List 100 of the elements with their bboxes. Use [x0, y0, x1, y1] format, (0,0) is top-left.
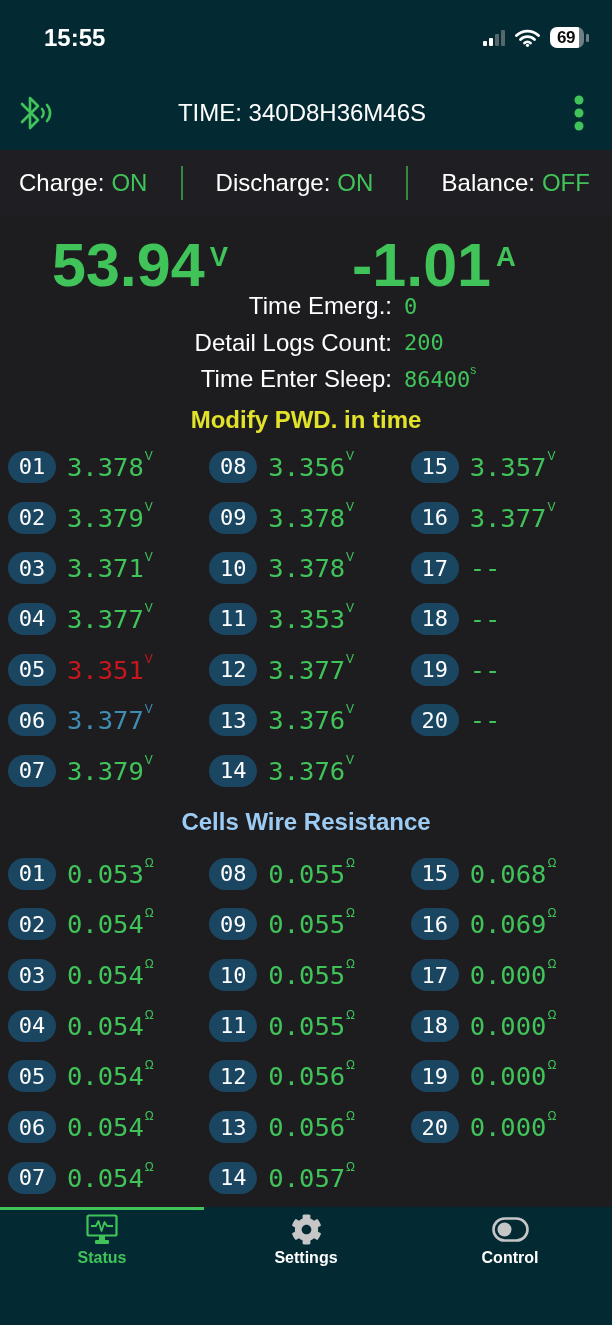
cell-number-badge: 06	[8, 704, 56, 737]
cell-number-badge: 08	[209, 857, 258, 890]
cell-number-badge: 05	[8, 1060, 56, 1093]
cell-resistance: 0.000$^{Ω}$	[469, 1010, 557, 1041]
main-reading: -1.01$^{A}$	[351, 242, 516, 288]
settings-icon	[290, 1214, 322, 1245]
cell-voltage: --	[469, 654, 501, 685]
cell-voltage: 3.377$^{V}$	[67, 705, 153, 736]
cell-number-badge: 14	[209, 1161, 258, 1194]
nav-tab[interactable]: Settings	[204, 1207, 408, 1325]
cell-number-badge: 13	[209, 1111, 258, 1144]
cell-number-badge: 12	[209, 653, 258, 686]
cell-resistance: 0.000$^{Ω}$	[469, 1061, 557, 1092]
more-options-icon[interactable]	[574, 94, 584, 131]
battery-cap-icon	[586, 33, 589, 42]
cell-number-badge: 06	[8, 1111, 56, 1144]
cell-number-badge: 16	[410, 908, 459, 941]
cell-voltage: 3.378$^{V}$	[67, 451, 153, 482]
battery-percentage: 69	[550, 27, 584, 48]
nav-tab[interactable]: Control	[408, 1207, 612, 1325]
cell-voltage: 3.379$^{V}$	[67, 502, 153, 533]
status-time: 15:55	[44, 23, 106, 52]
cell-voltage: 3.351$^{V}$	[67, 654, 153, 685]
cell-number-badge: 08	[209, 450, 258, 483]
cell-number-badge: 18	[410, 602, 459, 635]
cell-resistance: 0.054$^{Ω}$	[67, 960, 154, 991]
cell-resistance: 0.053$^{Ω}$	[67, 858, 154, 889]
cell-number-badge: 19	[410, 1060, 459, 1093]
cell-number-badge: 11	[209, 602, 258, 635]
cell-number-badge: 10	[209, 959, 258, 992]
cell-resistance: 0.056$^{Ω}$	[268, 1112, 356, 1143]
cell-resistance: 0.054$^{Ω}$	[67, 1162, 154, 1193]
cell-voltage: 3.371$^{V}$	[67, 553, 153, 584]
cell-voltage: 3.353$^{V}$	[268, 603, 355, 634]
setting-label: Time Emerg.:	[248, 292, 392, 321]
cell-number-badge: 02	[8, 908, 56, 941]
cell-number-badge: 04	[8, 602, 56, 635]
cell-resistance: 0.054$^{Ω}$	[67, 909, 154, 940]
cell-voltage: 3.377$^{V}$	[67, 603, 153, 634]
cell-resistance: 0.054$^{Ω}$	[67, 1112, 154, 1143]
cell-number-badge: 17	[410, 959, 459, 992]
nav-tab[interactable]: Status	[0, 1207, 204, 1325]
cell-number-badge: 12	[209, 1060, 258, 1093]
switch-label: Discharge:	[215, 168, 331, 197]
cell-number-badge: 01	[8, 450, 56, 483]
setting-value: 0	[404, 293, 418, 319]
cell-voltage: 3.356$^{V}$	[268, 451, 355, 482]
section-heading: Cells Wire Resistance	[181, 808, 431, 837]
cell-number-badge: 07	[8, 1161, 56, 1194]
cell-number-badge: 15	[410, 857, 459, 890]
cell-number-badge: 13	[209, 704, 258, 737]
cell-voltage: 3.378$^{V}$	[268, 502, 355, 533]
cell-voltage: 3.357$^{V}$	[469, 451, 556, 482]
cell-resistance: 0.068$^{Ω}$	[469, 858, 557, 889]
cell-resistance: 0.000$^{Ω}$	[469, 960, 557, 991]
cell-number-badge: 10	[209, 552, 258, 585]
cell-number-badge: 14	[209, 754, 258, 787]
cell-number-badge: 16	[410, 501, 459, 534]
switch-status: ON	[337, 168, 374, 197]
cell-number-badge: 05	[8, 653, 56, 686]
switch-status: ON	[111, 168, 148, 197]
cell-voltage: 3.376$^{V}$	[268, 755, 355, 786]
main-reading: 53.94$^{V}$	[52, 242, 228, 288]
cell-resistance: 0.069$^{Ω}$	[469, 909, 557, 940]
cell-number-badge: 02	[8, 501, 56, 534]
cell-voltage: 3.377$^{V}$	[469, 502, 556, 533]
cell-voltage: 3.379$^{V}$	[67, 755, 153, 786]
cell-number-badge: 09	[209, 501, 258, 534]
cell-number-badge: 07	[8, 754, 56, 787]
cell-resistance: 0.054$^{Ω}$	[67, 1010, 154, 1041]
cell-voltage: --	[469, 603, 501, 634]
notice-heading: Modify PWD. in time	[190, 405, 422, 434]
cell-voltage: 3.376$^{V}$	[268, 705, 355, 736]
cell-number-badge: 09	[209, 908, 258, 941]
cell-number-badge: 01	[8, 857, 56, 890]
cell-voltage: --	[469, 553, 501, 584]
cell-number-badge: 11	[209, 1009, 258, 1042]
cell-resistance: 0.055$^{Ω}$	[268, 960, 356, 991]
cell-resistance: 0.054$^{Ω}$	[67, 1061, 154, 1092]
setting-value: 200	[404, 330, 444, 356]
cell-number-badge: 17	[410, 552, 459, 585]
cell-resistance: 0.055$^{Ω}$	[268, 909, 356, 940]
cell-number-badge: 03	[8, 959, 56, 992]
setting-label: Detail Logs Count:	[194, 328, 392, 357]
cell-voltage: 3.377$^{V}$	[268, 654, 355, 685]
switch-label: Charge:	[19, 168, 105, 197]
monitor-pulse-icon	[86, 1214, 118, 1245]
cell-number-badge: 20	[410, 1111, 459, 1144]
cell-resistance: 0.055$^{Ω}$	[268, 858, 356, 889]
cell-resistance: 0.055$^{Ω}$	[268, 1010, 356, 1041]
cell-number-badge: 18	[410, 1009, 459, 1042]
cell-number-badge: 19	[410, 653, 459, 686]
cell-number-badge: 03	[8, 552, 56, 585]
cell-resistance: 0.000$^{Ω}$	[469, 1112, 557, 1143]
cell-resistance: 0.056$^{Ω}$	[268, 1061, 356, 1092]
cell-voltage: --	[469, 705, 501, 736]
cell-number-badge: 20	[410, 704, 459, 737]
cell-number-badge: 04	[8, 1009, 56, 1042]
wifi-icon	[515, 28, 540, 47]
setting-label: Time Enter Sleep:	[200, 365, 392, 394]
